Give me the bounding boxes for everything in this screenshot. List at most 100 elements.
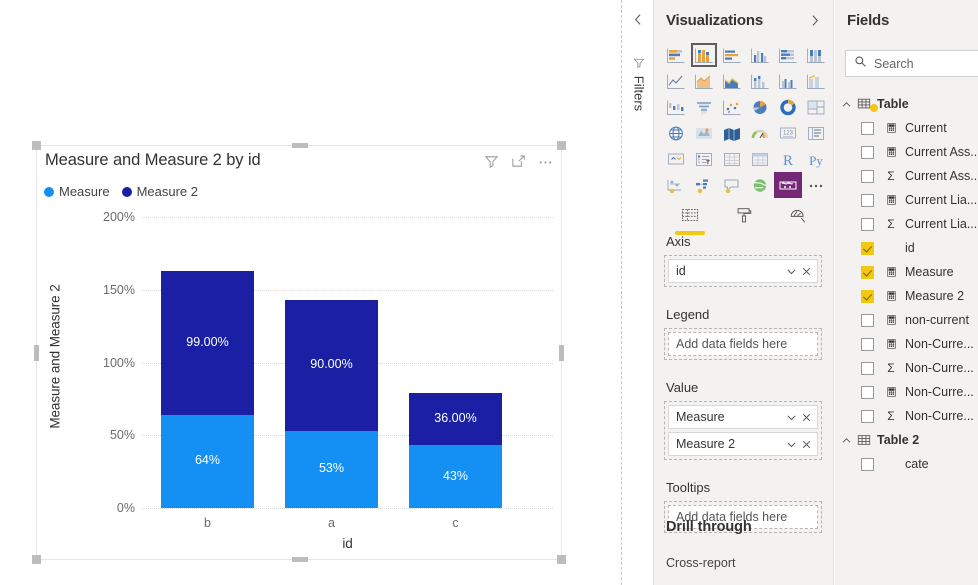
- stacked-area-chart[interactable]: [718, 68, 746, 94]
- search-input[interactable]: Search: [845, 50, 978, 77]
- chip-remove-icon[interactable]: [800, 265, 813, 278]
- field-checkbox[interactable]: [861, 409, 874, 423]
- field-checkbox[interactable]: [861, 289, 874, 303]
- bar-segment[interactable]: 64%: [161, 414, 254, 508]
- chevron-collapse-icon[interactable]: [841, 99, 857, 110]
- field-checkbox[interactable]: [861, 361, 874, 375]
- key-influencers-visual[interactable]: [662, 172, 690, 198]
- line-and-clustered-column-chart[interactable]: [774, 68, 802, 94]
- field-chip[interactable]: id: [668, 259, 818, 283]
- chevron-right-icon[interactable]: [808, 14, 821, 32]
- field-row[interactable]: Measure: [835, 260, 978, 284]
- field-row[interactable]: Measure 2: [835, 284, 978, 308]
- arcgis-maps-visual[interactable]: [746, 172, 774, 198]
- multi-row-card-visual[interactable]: [802, 120, 830, 146]
- gauge-visual[interactable]: [746, 120, 774, 146]
- field-checkbox[interactable]: [861, 217, 874, 231]
- chip-dropdown-icon[interactable]: [785, 265, 798, 278]
- field-row[interactable]: id: [835, 236, 978, 260]
- power-apps-visual[interactable]: [774, 172, 802, 198]
- field-checkbox[interactable]: [861, 121, 874, 135]
- treemap-chart[interactable]: [802, 94, 830, 120]
- field-checkbox[interactable]: [861, 337, 874, 351]
- bar-segment[interactable]: 43%: [409, 445, 502, 508]
- visualization-type-gallery[interactable]: 123 R Py: [662, 42, 830, 198]
- clustered-column-chart[interactable]: [746, 42, 774, 68]
- table-visual[interactable]: [718, 146, 746, 172]
- chip-remove-icon[interactable]: [800, 411, 813, 424]
- map-visual[interactable]: [662, 120, 690, 146]
- waterfall-chart[interactable]: [662, 94, 690, 120]
- decomposition-tree-visual[interactable]: [690, 172, 718, 198]
- analytics-tab[interactable]: [780, 198, 816, 232]
- format-tab[interactable]: [726, 198, 762, 232]
- stacked-column-chart-visual[interactable]: Measure and Measure 2 by id Measure Meas…: [32, 141, 566, 564]
- field-row[interactable]: Non-Curre...: [835, 332, 978, 356]
- field-row[interactable]: Σ Non-Curre...: [835, 356, 978, 380]
- 100-percent-stacked-column-chart[interactable]: [802, 42, 830, 68]
- line-and-stacked-column-chart[interactable]: [746, 68, 774, 94]
- field-row[interactable]: Σ Non-Curre...: [835, 404, 978, 428]
- donut-chart[interactable]: [774, 94, 802, 120]
- field-checkbox[interactable]: [861, 193, 874, 207]
- field-row[interactable]: Σ Current Lia...: [835, 212, 978, 236]
- field-row[interactable]: Current Ass...: [835, 140, 978, 164]
- report-canvas[interactable]: Measure and Measure 2 by id Measure Meas…: [0, 0, 620, 585]
- bar-segment[interactable]: 99.00%: [161, 270, 254, 415]
- slicer-visual[interactable]: [690, 146, 718, 172]
- bar-segment[interactable]: 53%: [285, 430, 378, 508]
- stacked-bar-chart[interactable]: [662, 42, 690, 68]
- scatter-chart[interactable]: [718, 94, 746, 120]
- well-placeholder[interactable]: Add data fields here: [668, 332, 818, 356]
- field-row[interactable]: Current Lia...: [835, 188, 978, 212]
- fields-table-row[interactable]: Table: [835, 92, 978, 116]
- matrix-visual[interactable]: [746, 146, 774, 172]
- chip-dropdown-icon[interactable]: [785, 438, 798, 451]
- well-legend[interactable]: Add data fields here: [664, 328, 822, 360]
- 100-percent-stacked-bar-chart[interactable]: [774, 42, 802, 68]
- clustered-bar-chart[interactable]: [718, 42, 746, 68]
- card-visual[interactable]: 123: [774, 120, 802, 146]
- well-value[interactable]: Measure Measure 2: [664, 401, 822, 460]
- field-checkbox[interactable]: [861, 457, 874, 471]
- line-chart[interactable]: [662, 68, 690, 94]
- shape-map-visual[interactable]: [718, 120, 746, 146]
- r-script-visual[interactable]: R: [774, 146, 802, 172]
- field-chip[interactable]: Measure: [668, 405, 818, 429]
- filters-pane-collapsed[interactable]: Filters: [621, 0, 654, 585]
- filled-map-visual[interactable]: [690, 120, 718, 146]
- kpi-visual[interactable]: [662, 146, 690, 172]
- chevron-left-icon[interactable]: [632, 13, 645, 31]
- field-chip[interactable]: Measure 2: [668, 432, 818, 456]
- field-checkbox[interactable]: [861, 169, 874, 183]
- fields-tab[interactable]: [672, 198, 708, 235]
- bar-segment[interactable]: 36.00%: [409, 393, 502, 446]
- field-checkbox[interactable]: [861, 313, 874, 327]
- chip-remove-icon[interactable]: [800, 438, 813, 451]
- funnel-chart[interactable]: [690, 94, 718, 120]
- qna-visual[interactable]: [718, 172, 746, 198]
- field-row[interactable]: Current: [835, 116, 978, 140]
- field-checkbox[interactable]: [861, 385, 874, 399]
- field-checkbox[interactable]: [861, 241, 874, 255]
- fields-tree[interactable]: Table Current Current Ass... Σ Current Ass..…: [835, 92, 978, 476]
- pie-chart[interactable]: [746, 94, 774, 120]
- field-name: Non-Curre...: [905, 337, 974, 351]
- area-chart[interactable]: [690, 68, 718, 94]
- field-row[interactable]: non-current: [835, 308, 978, 332]
- chip-dropdown-icon[interactable]: [785, 411, 798, 424]
- field-checkbox[interactable]: [861, 265, 874, 279]
- field-row[interactable]: cate: [835, 452, 978, 476]
- fields-table-row[interactable]: Table 2: [835, 428, 978, 452]
- field-row[interactable]: Non-Curre...: [835, 380, 978, 404]
- bar-segment[interactable]: 90.00%: [285, 299, 378, 431]
- python-script-visual[interactable]: Py: [802, 146, 830, 172]
- well-axis[interactable]: id: [664, 255, 822, 287]
- stacked-column-chart[interactable]: [690, 42, 718, 68]
- field-checkbox[interactable]: [861, 145, 874, 159]
- field-row[interactable]: Σ Current Ass...: [835, 164, 978, 188]
- chevron-collapse-icon[interactable]: [841, 435, 857, 446]
- more-visuals-icon[interactable]: [802, 172, 830, 198]
- field-name: Non-Curre...: [905, 385, 974, 399]
- ribbon-chart[interactable]: [802, 68, 830, 94]
